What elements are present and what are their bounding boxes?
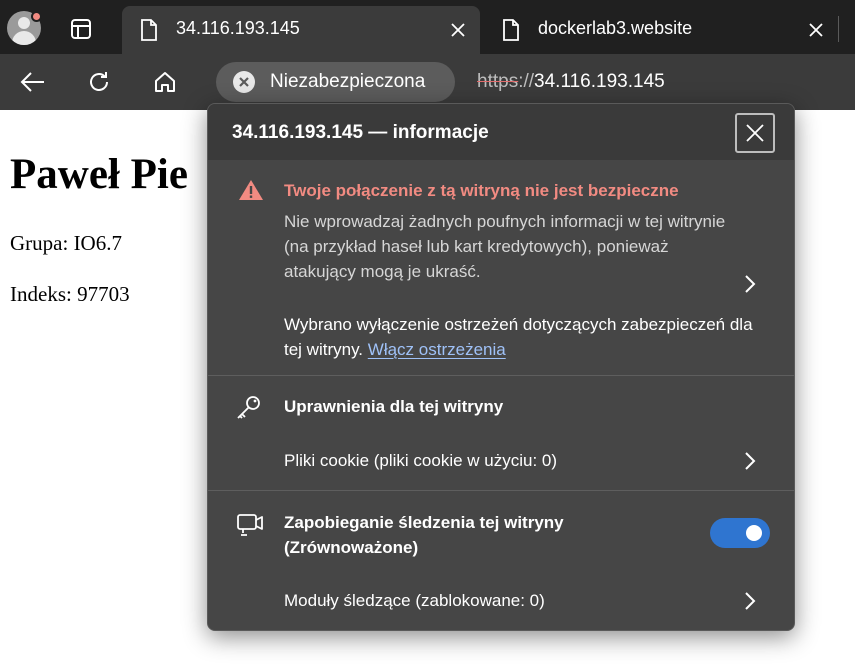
group-text: Grupa: IO6.7	[10, 231, 122, 255]
warnings-disabled-text: Wybrano wyłączenie ostrzeżeń dotyczących…	[284, 312, 764, 362]
warning-title: Twoje połączenie z tą witryną nie jest b…	[284, 181, 679, 200]
page-icon	[140, 19, 158, 45]
warning-text: Nie wprowadzaj żadnych poufnych informac…	[284, 212, 726, 281]
tracking-prevention-title: Zapobieganie śledzenia tej witryny	[284, 513, 564, 532]
page-icon	[502, 19, 520, 45]
tab-inactive[interactable]: dockerlab3.website	[484, 6, 840, 54]
url-separator: ://	[518, 71, 535, 92]
tab-title: 34.116.193.145	[176, 18, 300, 38]
chevron-right-icon	[744, 591, 756, 615]
tab-actions-icon[interactable]	[64, 12, 98, 46]
tab-title: dockerlab3.website	[538, 18, 693, 38]
tracking-prevention-level: (Zrównoważone)	[284, 538, 419, 557]
cookies-label: Pliki cookie (pliki cookie w użyciu: 0)	[284, 451, 558, 470]
close-tab-icon[interactable]	[804, 18, 828, 42]
divider	[208, 375, 794, 376]
not-secure-icon	[233, 71, 255, 93]
chevron-right-icon	[744, 274, 756, 298]
cookies-row[interactable]: Pliki cookie (pliki cookie w użyciu: 0)	[208, 434, 794, 488]
permissions-header: Uprawnienia dla tej witryny	[208, 380, 794, 434]
tab-active[interactable]: 34.116.193.145	[122, 6, 480, 54]
close-tab-icon[interactable]	[446, 18, 470, 42]
warning-triangle-icon	[238, 179, 264, 205]
chevron-right-icon	[744, 451, 756, 475]
profile-notification-badge	[31, 11, 42, 22]
page-heading: Paweł Pie	[10, 151, 188, 198]
popup-header: 34.116.193.145 — informacje	[208, 104, 794, 160]
tracking-prevention-toggle[interactable]	[710, 518, 770, 548]
divider	[208, 490, 794, 491]
popup-title: 34.116.193.145 — informacje	[232, 122, 489, 143]
toggle-knob	[746, 525, 762, 541]
site-info-popup: 34.116.193.145 — informacje Twoje połącz…	[207, 103, 795, 631]
tab-separator	[838, 16, 839, 42]
tracking-prevention-icon	[236, 512, 264, 542]
close-popup-button[interactable]	[735, 113, 775, 153]
url-host: 34.116.193.145	[534, 71, 665, 92]
browser-toolbar: Niezabezpieczona https://34.116.193.145	[0, 54, 855, 110]
key-icon	[236, 394, 262, 424]
url-scheme: https	[477, 71, 519, 92]
permissions-title: Uprawnienia dla tej witryny	[284, 397, 504, 416]
index-text: Indeks: 97703	[10, 282, 130, 306]
close-icon	[746, 124, 764, 142]
refresh-icon[interactable]	[79, 62, 119, 102]
tracking-prevention-row: Zapobieganie śledzenia tej witryny (Zrów…	[208, 496, 794, 566]
security-status-label: Niezabezpieczona	[270, 71, 426, 92]
enable-warnings-link[interactable]: Włącz ostrzeżenia	[368, 340, 506, 359]
trackers-row[interactable]: Moduły śledzące (zablokowane: 0)	[208, 574, 794, 628]
tab-strip: 34.116.193.145 dockerlab3.website	[0, 0, 855, 54]
security-status-button[interactable]: Niezabezpieczona	[216, 62, 455, 102]
warnings-disabled-label: Wybrano wyłączenie ostrzeżeń dotyczących…	[284, 315, 753, 359]
back-arrow-icon[interactable]	[13, 62, 53, 102]
trackers-label: Moduły śledzące (zablokowane: 0)	[284, 591, 545, 610]
home-icon[interactable]	[145, 62, 185, 102]
address-bar[interactable]: https://34.116.193.145	[477, 71, 665, 93]
